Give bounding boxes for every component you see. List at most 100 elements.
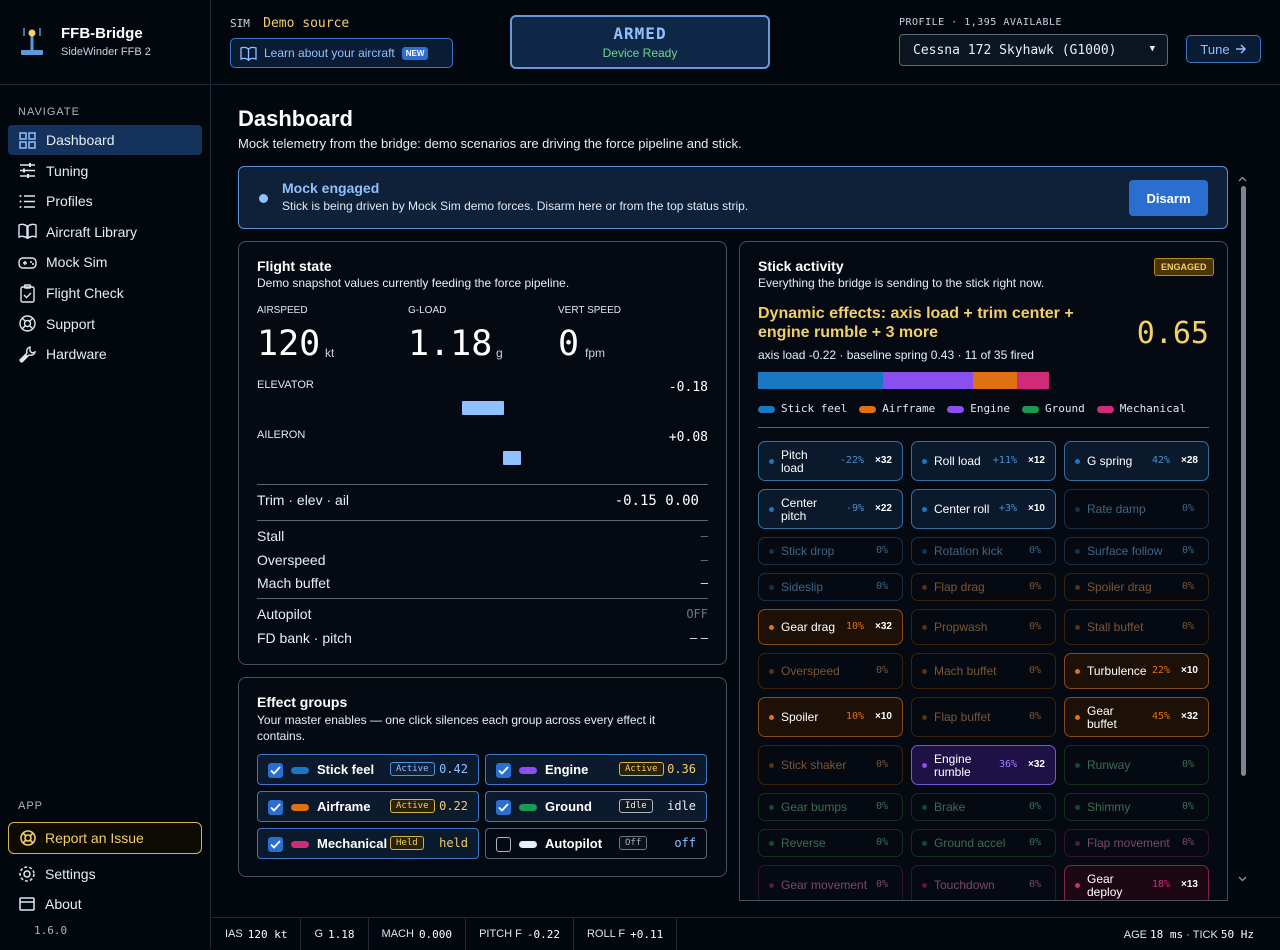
- group-legend: Stick feel Airframe Engine Ground Mechanical: [758, 402, 1186, 415]
- tune-button[interactable]: Tune: [1186, 35, 1261, 63]
- effect-tile-propwash[interactable]: Propwash 0%: [911, 609, 1056, 645]
- engaged-badge: ENGAGED: [1154, 258, 1214, 276]
- effect-tile-engine-rumble[interactable]: Engine rumble 36% ×32: [911, 745, 1056, 785]
- effect-name: Flap drag: [934, 580, 985, 594]
- legend-label: Airframe: [882, 402, 936, 415]
- effect-tile-flap-buffet[interactable]: Flap buffet 0%: [911, 697, 1056, 737]
- profile-label: PROFILE · 1,395 AVAILABLE: [899, 17, 1063, 28]
- nav-hardware[interactable]: Hardware: [8, 339, 202, 369]
- effect-status-dot: [922, 715, 927, 720]
- nav-settings-label: Settings: [45, 866, 96, 882]
- effect-tile-stall-buffet[interactable]: Stall buffet 0%: [1064, 609, 1209, 645]
- effect-tile-pitch-load[interactable]: Pitch load -22% ×32: [758, 441, 903, 481]
- effect-name: Engine rumble: [934, 752, 972, 779]
- effect-tile-gear-movement[interactable]: Gear movement 0%: [758, 865, 903, 900]
- disarm-button[interactable]: Disarm: [1129, 180, 1208, 216]
- effect-percent: 0%: [875, 759, 888, 770]
- report-issue-label: Report an Issue: [45, 830, 144, 846]
- effect-tile-stick-drop[interactable]: Stick drop 0%: [758, 537, 903, 565]
- group-name: Stick feel: [317, 762, 375, 777]
- effect-tile-turbulence[interactable]: Turbulence 22% ×10: [1064, 653, 1209, 689]
- effect-tile-spoiler[interactable]: Spoiler 10% ×10: [758, 697, 903, 737]
- effect-name: Center pitch: [781, 496, 818, 523]
- learn-aircraft-button[interactable]: Learn about your aircraft NEW: [230, 38, 453, 68]
- group-toggle-mechanical[interactable]: Mechanical Held held: [257, 828, 479, 859]
- effect-tile-shimmy[interactable]: Shimmy 0%: [1064, 793, 1209, 821]
- group-toggle-airframe[interactable]: Airframe Active 0.22: [257, 791, 479, 822]
- effect-tile-spoiler-drag[interactable]: Spoiler drag 0%: [1064, 573, 1209, 601]
- group-toggle-ground[interactable]: Ground Idle idle: [485, 791, 707, 822]
- legend-swatch: [1021, 405, 1039, 413]
- divider: [257, 598, 708, 599]
- checkbox[interactable]: [496, 800, 511, 815]
- effect-tile-gear-deploy[interactable]: Gear deploy 18% ×13: [1064, 865, 1209, 900]
- effect-status-dot: [1075, 841, 1080, 846]
- nav-aircraft-library[interactable]: Aircraft Library: [8, 217, 202, 247]
- stick-activity-card: Stick activity Everything the bridge is …: [739, 241, 1228, 901]
- effect-status-dot: [922, 805, 927, 810]
- chevron-down-icon[interactable]: [1238, 876, 1247, 882]
- mach-value: 0.000: [418, 927, 453, 941]
- effect-tile-rotation-kick[interactable]: Rotation kick 0%: [911, 537, 1056, 565]
- effect-tile-flap-movement[interactable]: Flap movement 0%: [1064, 829, 1209, 857]
- effect-status-dot: [922, 669, 927, 674]
- effect-tile-touchdown[interactable]: Touchdown 0%: [911, 865, 1056, 900]
- grid-icon: [19, 131, 36, 149]
- nav-item-label: Hardware: [46, 346, 107, 363]
- effect-percent: 0%: [1028, 711, 1041, 722]
- effect-tile-rate-damp[interactable]: Rate damp 0%: [1064, 489, 1209, 529]
- legend-swatch: [859, 405, 877, 413]
- checkbox[interactable]: [496, 837, 511, 852]
- group-toggle-autopilot[interactable]: Autopilot Off off: [485, 828, 707, 859]
- effect-tile-mach-buffet[interactable]: Mach buffet 0%: [911, 653, 1056, 689]
- effect-status-dot: [1075, 507, 1080, 512]
- checkbox[interactable]: [268, 800, 283, 815]
- checkbox[interactable]: [268, 837, 283, 852]
- roll-force-label: ROLL F: [586, 928, 626, 940]
- effect-tile-g-spring[interactable]: G spring 42% ×28: [1064, 441, 1209, 481]
- wrench-icon: [19, 345, 37, 363]
- effect-groups-card: Effect groups Your master enables — one …: [238, 677, 727, 877]
- chevron-up-icon[interactable]: [1238, 176, 1247, 182]
- effect-tile-center-roll[interactable]: Center roll +3% ×10: [911, 489, 1056, 529]
- checkbox[interactable]: [496, 763, 511, 778]
- effect-count: ×22: [875, 503, 892, 514]
- effect-percent: 0%: [875, 837, 888, 848]
- group-toggle-stick-feel[interactable]: Stick feel Active 0.42: [257, 754, 479, 785]
- nav-about[interactable]: About: [8, 889, 202, 919]
- effect-tile-runway[interactable]: Runway 0%: [1064, 745, 1209, 785]
- overspeed-value: –: [700, 552, 708, 567]
- scrollbar-thumb[interactable]: [1241, 186, 1246, 776]
- nav-flight-check[interactable]: Flight Check: [8, 278, 202, 308]
- effect-groups-title: Effect groups: [257, 694, 348, 710]
- nav-support[interactable]: Support: [8, 309, 202, 339]
- effect-tile-gear-drag[interactable]: Gear drag 10% ×32: [758, 609, 903, 645]
- group-value: off: [674, 836, 696, 850]
- effect-tile-reverse[interactable]: Reverse 0%: [758, 829, 903, 857]
- group-toggle-engine[interactable]: Engine Active 0.36: [485, 754, 707, 785]
- effect-tile-flap-drag[interactable]: Flap drag 0%: [911, 573, 1056, 601]
- scrollbar[interactable]: [1238, 176, 1247, 882]
- effect-tile-overspeed[interactable]: Overspeed 0%: [758, 653, 903, 689]
- effect-tile-surface-follow[interactable]: Surface follow 0%: [1064, 537, 1209, 565]
- report-issue-button[interactable]: Report an Issue: [8, 822, 202, 854]
- effect-tile-gear-bumps[interactable]: Gear bumps 0%: [758, 793, 903, 821]
- nav-tuning[interactable]: Tuning: [8, 156, 202, 186]
- nav-profiles[interactable]: Profiles: [8, 186, 202, 216]
- effect-name: Stick drop: [781, 544, 835, 558]
- checkbox[interactable]: [268, 763, 283, 778]
- effect-tile-brake[interactable]: Brake 0%: [911, 793, 1056, 821]
- aileron-value: +0.08: [668, 430, 708, 445]
- group-value: 0.36: [667, 762, 696, 776]
- armed-status[interactable]: ARMED Device Ready: [510, 15, 770, 69]
- effect-tile-stick-shaker[interactable]: Stick shaker 0%: [758, 745, 903, 785]
- effect-tile-gear-buffet[interactable]: Gear buffet 45% ×32: [1064, 697, 1209, 737]
- effect-tile-sideslip[interactable]: Sideslip 0%: [758, 573, 903, 601]
- profile-select[interactable]: Cessna 172 Skyhawk (G1000) ▼: [899, 34, 1168, 66]
- nav-mock-sim[interactable]: Mock Sim: [8, 247, 202, 277]
- effect-tile-center-pitch[interactable]: Center pitch -9% ×22: [758, 489, 903, 529]
- effect-tile-roll-load[interactable]: Roll load +11% ×12: [911, 441, 1056, 481]
- nav-dashboard[interactable]: Dashboard: [8, 125, 202, 155]
- nav-settings[interactable]: Settings: [8, 859, 202, 889]
- effect-tile-ground-accel[interactable]: Ground accel 0%: [911, 829, 1056, 857]
